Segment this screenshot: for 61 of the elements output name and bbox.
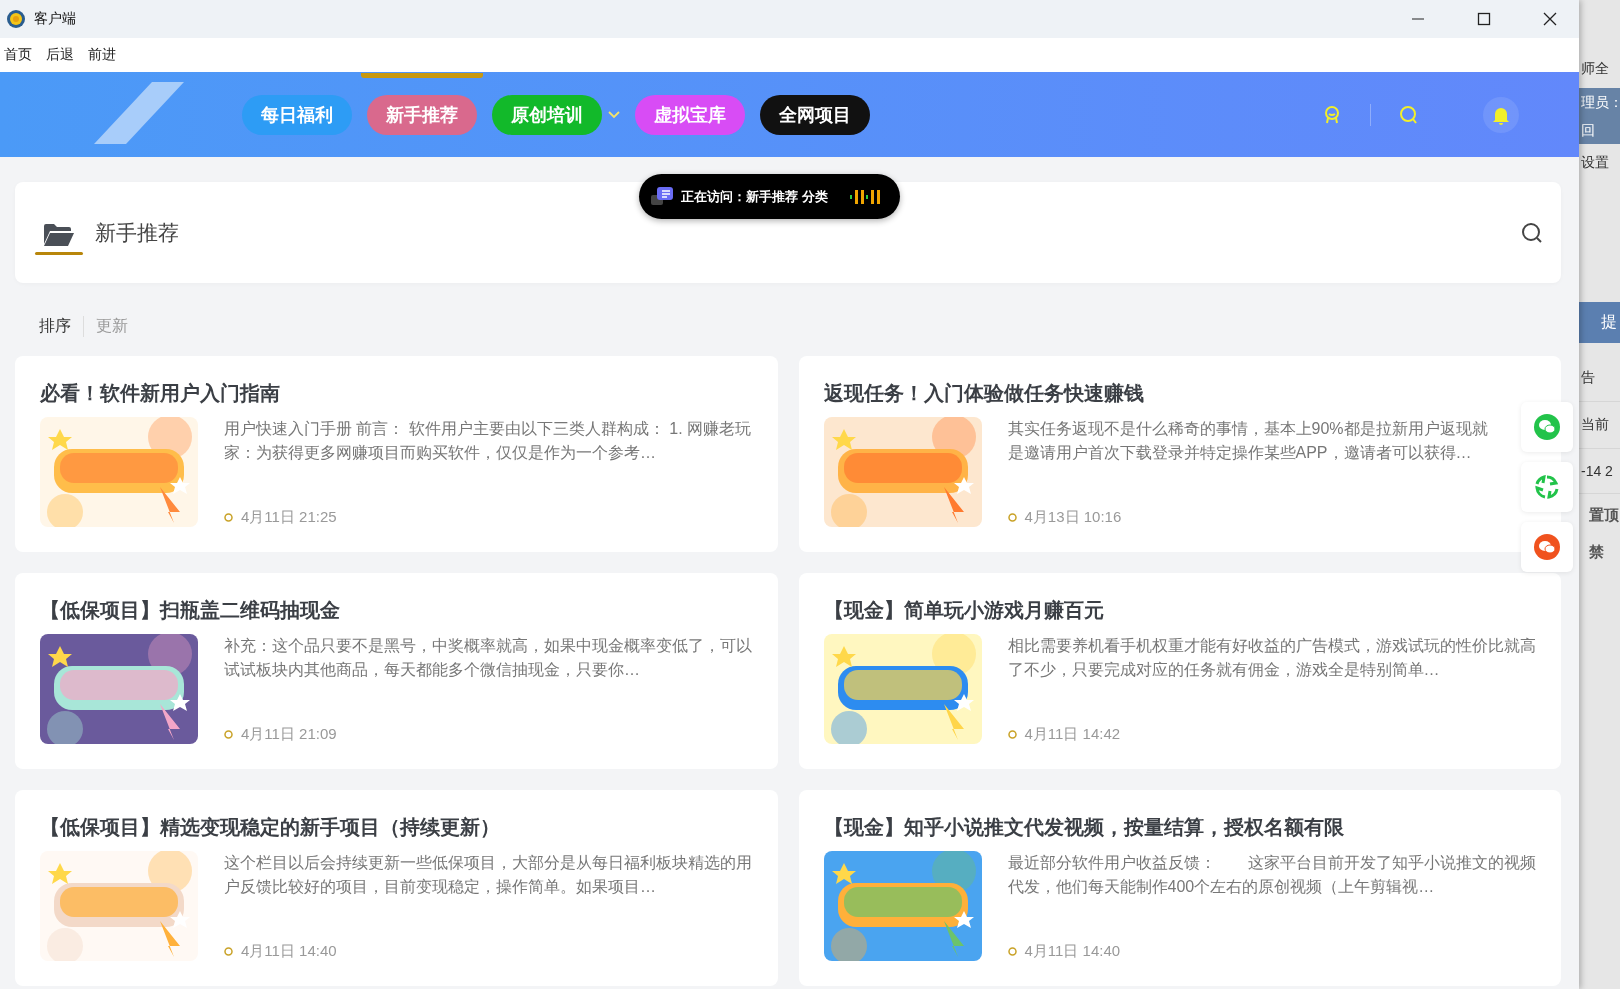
post-title: 【现金】知乎小说推文代发视频，按量结算，授权名额有限 xyxy=(823,815,1345,840)
background-window-text: 置顶 xyxy=(1588,505,1620,525)
post-title: 【低保项目】精选变现稳定的新手项目（持续更新） xyxy=(40,815,501,840)
post-card[interactable]: 【低保项目】精选变现稳定的新手项目（持续更新） 这个栏目以后会持续更新一些低保项目，大部分是从每日福利板块精选的用户反馈比较好的项目，目前变现稳定，操作简单。如果项目… 4月11日 14:40 xyxy=(15,790,778,986)
share-button[interactable] xyxy=(1521,522,1573,572)
post-card[interactable]: 【低保项目】扫瓶盖二维码抽现金 补充：这个品只要不是黑号，中奖概率就高，如果中现金概率变低了，可以试试板块内其他商品，每天都能多个微信抽现金，只要你… 4月11日 21:09 xyxy=(15,573,778,769)
post-title: 【低保项目】扫瓶盖二维码抽现金 xyxy=(40,598,341,623)
post-excerpt: 其实任务返现不是什么稀奇的事情，基本上90%都是拉新用户返现就是邀请用户首次下载登录并特定操作某些APP，邀请者可以获得… xyxy=(1007,419,1489,463)
post-excerpt: 相比需要养机看手机权重才能有好收益的广告模式，游戏试玩的性价比就高了不少，只要完成对应的任务就有佣金，游戏全是特别简单… xyxy=(1007,636,1536,680)
ring-icon xyxy=(224,947,233,956)
window-title: 客户端 xyxy=(34,10,77,28)
post-excerpt: 补充：这个品只要不是黑号，中奖概率就高，如果中现金概率变低了，可以试试板块内其他商品，每天都能多个微信抽现金，只要你… xyxy=(224,636,753,680)
ring-icon xyxy=(224,730,233,739)
post-title: 【现金】简单玩小游戏月赚百元 xyxy=(823,598,1105,623)
background-window-text: 理员： xyxy=(1579,88,1620,116)
ring-icon xyxy=(1007,730,1017,739)
post-excerpt: 最近部分软件用户收益反馈： 这家平台目前开发了知乎小说推文的视频代发，他们每天能制作400个左右的原创视频（上午剪辑视… xyxy=(1007,853,1536,897)
logo-icon xyxy=(94,82,184,144)
ring-icon xyxy=(1007,947,1017,956)
search-icon[interactable] xyxy=(1521,221,1543,244)
menu-item[interactable]: 首页 xyxy=(4,46,32,64)
menu-item[interactable]: 前进 xyxy=(88,46,116,64)
folder-icon xyxy=(44,224,74,246)
visit-text: 正在访问：新手推荐 分类 xyxy=(681,187,828,206)
background-window-text: 当前 xyxy=(1579,402,1620,449)
post-card[interactable]: 【现金】简单玩小游戏月赚百元 相比需要养机看手机权重才能有好收益的广告模式，游戏试玩的性价比就高了不少，只要完成对应的任务就有佣金，游戏全是特别简单… 4月11日 14:42 xyxy=(798,573,1561,769)
post-title: 返现任务！入门体验做任务快速赚钱 xyxy=(823,381,1145,406)
background-window-text: 回 xyxy=(1579,116,1620,144)
post-date: 4月11日 21:09 xyxy=(241,725,337,744)
chat-icon xyxy=(651,186,673,207)
background-window-text: 告 xyxy=(1579,355,1620,402)
bell-icon[interactable] xyxy=(1483,96,1519,133)
background-window-text: 提 xyxy=(1579,302,1620,343)
share-button[interactable] xyxy=(1521,402,1573,452)
background-window-text: -14 2 xyxy=(1579,449,1620,494)
post-date: 4月11日 14:40 xyxy=(241,942,337,961)
menu-item[interactable]: 后退 xyxy=(46,46,74,64)
chevron-down-icon[interactable] xyxy=(608,110,620,119)
post-title: 必看！软件新用户入门指南 xyxy=(40,381,281,406)
ring-icon xyxy=(224,513,233,522)
share-button[interactable] xyxy=(1521,462,1573,512)
ring-icon xyxy=(1007,513,1017,522)
close-icon xyxy=(1543,12,1557,26)
post-date: 4月11日 14:42 xyxy=(1024,725,1121,744)
category-title: 新手推荐 xyxy=(95,219,180,246)
post-excerpt: 用户快速入门手册 前言： 软件用户主要由以下三类人群构成： 1. 网赚老玩家：为获得更多网赚项目而购买软件，仅仅是作为一个参考… xyxy=(224,419,753,463)
equalizer-icon xyxy=(849,188,882,205)
background-window-text: 禁 xyxy=(1588,542,1605,562)
background-window-text: 设置 xyxy=(1580,153,1610,172)
post-card[interactable]: 【现金】知乎小说推文代发视频，按量结算，授权名额有限 最近部分软件用户收益反馈： 这家平台目前开发了知乎小说推文的视频代发，他们每天能制作400个左右的原创视频（上午剪辑视… 4月11日 14:40 xyxy=(798,790,1561,986)
post-date: 4月11日 14:40 xyxy=(1024,942,1121,961)
background-window-text: 师全 xyxy=(1580,59,1610,78)
post-card[interactable]: 返现任务！入门体验做任务快速赚钱 其实任务返现不是什么稀奇的事情，基本上90%都是拉新用户返现就是邀请用户首次下载登录并特定操作某些APP，邀请者可以获得… 4月13日 10:16 xyxy=(798,356,1561,552)
post-date: 4月13日 10:16 xyxy=(1024,508,1122,527)
sort-option[interactable]: 排序 xyxy=(27,315,83,337)
post-card[interactable]: 必看！软件新用户入门指南 用户快速入门手册 前言： 软件用户主要由以下三类人群构成： 1. 网赚老玩家：为获得更多网赚项目而购买软件，仅仅是作为一个参考… 4月11日 21:25 xyxy=(15,356,778,552)
post-excerpt: 这个栏目以后会持续更新一些低保项目，大部分是从每日福利板块精选的用户反馈比较好的项目，目前变现稳定，操作简单。如果项目… xyxy=(224,853,753,897)
nav-tab[interactable]: 全网项目 xyxy=(760,94,870,135)
app-logo-icon xyxy=(6,9,26,29)
post-date: 4月11日 21:25 xyxy=(241,508,337,527)
maximize-icon xyxy=(1477,12,1491,26)
